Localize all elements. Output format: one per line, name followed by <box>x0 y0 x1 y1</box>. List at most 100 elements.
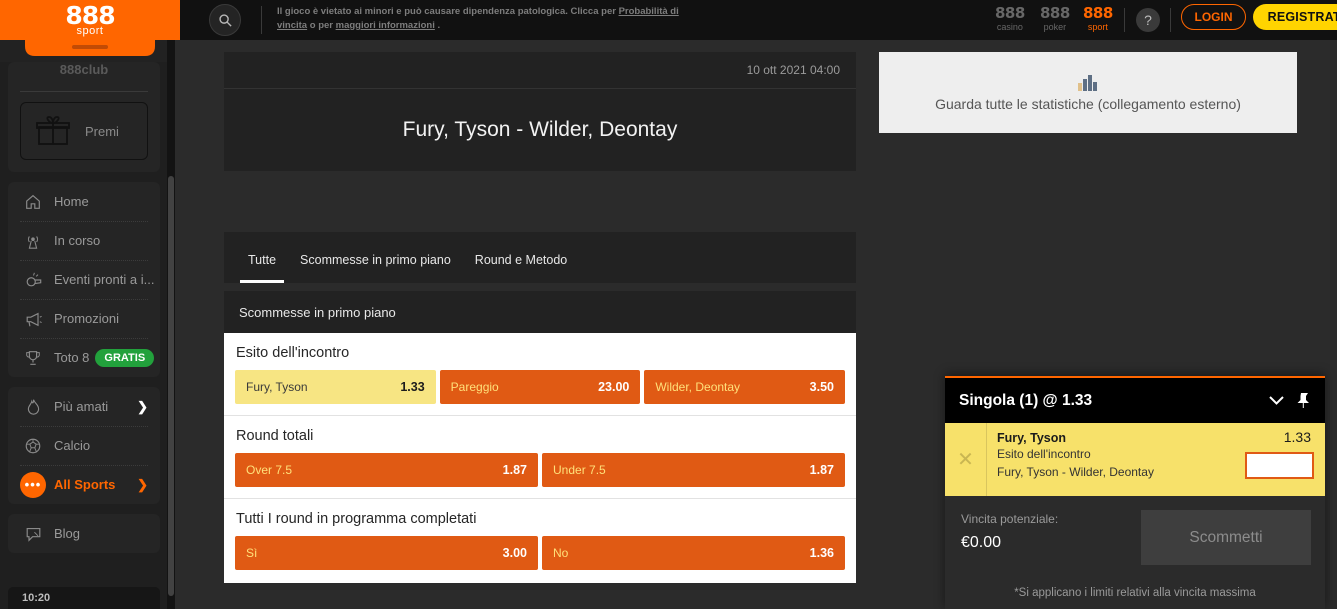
betslip-header: Singola (1) @ 1.33 <box>945 378 1325 423</box>
sidebar-scroll-area: 888club Premi Home In corso Eventi pront… <box>0 62 168 563</box>
sidebar-label: Eventi pronti a i... <box>54 272 155 287</box>
market-group: Tutti I round in programma completati Sì… <box>224 498 856 581</box>
divider <box>1170 8 1171 32</box>
sidebar-item-piu-amati[interactable]: Più amati ❯ <box>8 387 160 426</box>
sidebar-item-promozioni[interactable]: Promozioni <box>8 299 160 338</box>
market-title: Round totali <box>236 428 314 444</box>
odd-button[interactable]: Under 7.5 1.87 <box>542 453 845 487</box>
sidebar-item-toto8[interactable]: Toto 8 GRATIS <box>8 338 160 377</box>
odd-button[interactable]: Fury, Tyson 1.33 <box>235 370 436 404</box>
brand-link-sport[interactable]: 888 sport <box>1083 6 1113 33</box>
odds-row: Over 7.5 1.87 Under 7.5 1.87 <box>235 453 845 498</box>
register-button[interactable]: REGISTRATI <box>1253 4 1337 30</box>
odd-name: Sì <box>246 546 258 560</box>
bar-chart-icon <box>1078 74 1097 91</box>
login-button[interactable]: LOGIN <box>1181 4 1246 30</box>
odds-row: Fury, Tyson 1.33 Pareggio 23.00 Wilder, … <box>235 370 846 415</box>
sidebar-item-calcio[interactable]: Calcio <box>8 426 160 465</box>
chevron-right-icon: ❯ <box>137 476 148 492</box>
sidebar-panel-rewards: 888club Premi <box>8 62 160 172</box>
stake-input[interactable] <box>1245 452 1314 479</box>
odd-value: 1.87 <box>809 463 834 477</box>
odd-button[interactable]: Over 7.5 1.87 <box>235 453 538 487</box>
sidebar-label: Più amati <box>54 399 109 414</box>
betslip-odd-value: 1.33 <box>1283 429 1311 445</box>
search-button[interactable] <box>209 4 241 36</box>
sidebar-panel-blog: Blog <box>8 514 160 553</box>
place-bet-button[interactable]: Scommetti <box>1141 510 1311 565</box>
dots-icon: ••• <box>20 471 46 498</box>
legal-notice: Il gioco è vietato ai minori e può causa… <box>277 5 707 33</box>
brand-logo-888sport[interactable]: 888 sport <box>0 0 180 40</box>
premi-label: Premi <box>85 123 119 139</box>
odd-value: 1.33 <box>400 380 425 394</box>
sidebar-label: In corso <box>54 233 101 248</box>
tab-tutte[interactable]: Tutte <box>240 253 285 283</box>
odd-name: Pareggio <box>450 380 499 394</box>
sidebar-item-home[interactable]: Home <box>8 182 160 221</box>
statistics-label: Guarda tutte le statistiche (collegament… <box>935 95 1241 112</box>
close-icon[interactable]: ✕ <box>945 423 987 496</box>
badge-gratis: GRATIS <box>95 348 155 367</box>
tab-round-e-metodo[interactable]: Round e Metodo <box>467 253 575 283</box>
betslip-selection-name: Fury, Tyson <box>997 431 1066 445</box>
market-tabs: Tutte Scommesse in primo piano Round e M… <box>224 232 856 283</box>
brand-link-casino[interactable]: 888 casino <box>995 6 1025 33</box>
trophy-icon <box>20 347 46 369</box>
sidebar-scrollbar-thumb[interactable] <box>168 176 174 596</box>
sidebar-label: Home <box>54 194 89 209</box>
brand-poker-label: poker <box>1043 22 1067 32</box>
odd-value: 3.00 <box>502 546 527 560</box>
odd-button[interactable]: No 1.36 <box>542 536 845 570</box>
sidebar-item-premi[interactable]: Premi <box>20 102 148 160</box>
whistle-icon <box>20 269 46 291</box>
odd-button[interactable]: Pareggio 23.00 <box>439 370 641 404</box>
search-icon <box>218 13 232 27</box>
market-title: Tutti I round in programma completati <box>236 511 477 527</box>
top-bar: 888 sport Il gioco è vietato ai minori e… <box>0 0 1337 40</box>
betslip-panel: Singola (1) @ 1.33 ✕ Fury, Tyson Esito d… <box>945 376 1325 609</box>
legal-text-mid: o per <box>307 20 336 31</box>
brand-link-poker[interactable]: 888 poker <box>1040 6 1070 33</box>
betslip-selection-row: ✕ Fury, Tyson Esito dell'incontro Fury, … <box>945 423 1325 496</box>
flame-icon <box>20 396 46 418</box>
sidebar-clock: 10:20 <box>8 587 160 609</box>
tab-scommesse-primo-piano[interactable]: Scommesse in primo piano <box>292 253 459 283</box>
odd-button[interactable]: Sì 3.00 <box>235 536 538 570</box>
sidebar-item-eventi-pronti[interactable]: Eventi pronti a i... <box>8 260 160 299</box>
betslip-selection-details: Fury, Tyson Esito dell'incontro Fury, Ty… <box>987 423 1325 496</box>
page-title: Fury, Tyson - Wilder, Deontay <box>402 118 678 141</box>
betslip-title: Singola (1) @ 1.33 <box>959 391 1093 409</box>
divider <box>261 6 262 34</box>
sidebar-item-blog[interactable]: Blog <box>8 514 160 553</box>
sidebar-item-in-corso[interactable]: In corso <box>8 221 160 260</box>
live-broadcast-icon <box>20 230 46 252</box>
event-datetime: 10 ott 2021 04:00 <box>224 52 856 89</box>
sidebar: 888club Premi Home In corso Eventi pront… <box>0 40 168 609</box>
pin-icon[interactable] <box>1295 392 1311 409</box>
odds-row: Sì 3.00 No 1.36 <box>235 536 845 581</box>
page-root: 888 sport Il gioco è vietato ai minori e… <box>0 0 1337 609</box>
gift-icon <box>36 116 70 145</box>
odd-value: 1.87 <box>502 463 527 477</box>
help-button[interactable]: ? <box>1136 8 1160 32</box>
sidebar-panel-primary: Home In corso Eventi pronti a i... Promo… <box>8 182 160 377</box>
sidebar-label: All Sports <box>54 477 116 492</box>
soccer-ball-icon <box>20 435 46 457</box>
statistics-link-box[interactable]: Guarda tutte le statistiche (collegament… <box>879 52 1297 133</box>
odd-button[interactable]: Wilder, Deontay 3.50 <box>644 370 846 404</box>
markets-container: Esito dell'incontro Fury, Tyson 1.33 Par… <box>224 333 856 583</box>
market-group: Round totali Over 7.5 1.87 Under 7.5 1.8… <box>224 415 856 498</box>
legal-text-prefix: Il gioco è vietato ai minori e può causa… <box>277 6 619 17</box>
odd-name: No <box>553 546 569 560</box>
chat-bubble-icon <box>20 523 46 545</box>
megaphone-icon <box>20 308 46 330</box>
sidebar-orange-tab <box>0 40 168 62</box>
sidebar-label: Toto 8 <box>54 350 90 365</box>
odd-value: 3.50 <box>809 380 835 394</box>
chevron-down-icon[interactable] <box>1268 395 1285 406</box>
sidebar-item-all-sports[interactable]: ••• All Sports ❯ <box>8 465 160 504</box>
more-info-link[interactable]: maggiori informazioni <box>336 20 435 31</box>
home-icon <box>20 191 46 213</box>
sidebar-label: Calcio <box>54 438 91 453</box>
